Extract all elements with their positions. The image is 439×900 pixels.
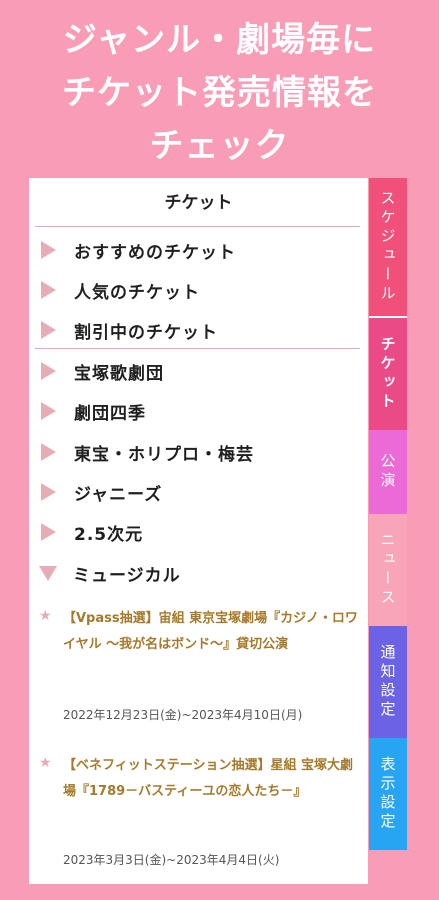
tab-schedule[interactable]: スケジュール (369, 178, 407, 316)
ticket-panel: チケット おすすめのチケット 人気のチケット 割引中のチケット 宝塚歌劇団 劇団… (29, 178, 368, 884)
triangle-right-icon (41, 281, 56, 299)
news-date: 2023年3月3日(金)~2023年4月4日(火) (63, 853, 280, 867)
triangle-right-icon (41, 443, 56, 461)
panel-title: チケット (164, 193, 233, 213)
tab-ticket[interactable]: チケット (369, 318, 407, 430)
tab-display-settings[interactable]: 表示設定 (369, 738, 407, 850)
menu-item-label: 2.5次元 (74, 524, 144, 545)
headline-line-2: チケット発売情報を (62, 73, 377, 113)
triangle-right-icon (41, 241, 56, 259)
triangle-right-icon (41, 362, 56, 380)
menu-item-shiki[interactable]: 劇団四季 (29, 391, 368, 431)
triangle-right-icon (41, 321, 56, 339)
tab-label: 公演 (378, 453, 397, 491)
menu-item-discount[interactable]: 割引中のチケット (29, 310, 368, 350)
triangle-down-icon (39, 565, 57, 581)
menu-item-label: 東宝・ホリプロ・梅芸 (74, 444, 254, 465)
menu-item-label: ミュージカル (73, 565, 181, 586)
tab-label: 表示設定 (378, 756, 397, 832)
menu-item-takarazuka[interactable]: 宝塚歌劇団 (29, 351, 368, 391)
menu-item-musical[interactable]: ミュージカル (29, 553, 368, 593)
star-icon: ★ (39, 755, 52, 771)
triangle-right-icon (41, 483, 56, 501)
tab-performances[interactable]: 公演 (369, 430, 407, 514)
tab-label: スケジュール (378, 190, 397, 304)
menu-item-label: 宝塚歌劇団 (74, 363, 164, 384)
promo-headline: ジャンル・劇場毎に チケット発売情報を チェック (0, 14, 439, 173)
triangle-right-icon (41, 523, 56, 541)
menu-item-label: おすすめのチケット (74, 242, 236, 263)
headline-line-3: チェック (149, 126, 290, 166)
tab-label: チケット (378, 336, 397, 412)
star-icon: ★ (39, 608, 52, 624)
menu-item-popular[interactable]: 人気のチケット (29, 270, 368, 310)
tab-label: ニュース (378, 532, 397, 608)
category-divider (35, 348, 360, 349)
headline-line-1: ジャンル・劇場毎に (62, 20, 377, 60)
triangle-right-icon (41, 402, 56, 420)
menu-item-label: 人気のチケット (74, 282, 200, 303)
menu-item-recommended[interactable]: おすすめのチケット (29, 230, 368, 270)
news-date: 2022年12月23日(金)~2023年4月10日(月) (63, 708, 303, 722)
tab-notification-settings[interactable]: 通知設定 (369, 626, 407, 738)
news-item[interactable]: ★ 【Vpass抽選】宙組 東京宝塚劇場『カジノ・ロワイヤル ～我が名はボンド～… (29, 606, 368, 726)
news-item[interactable]: ★ 【ベネフィットステーション抽選】星組 宝塚大劇場『1789－バスティーユの恋… (29, 753, 368, 873)
tab-label: 通知設定 (378, 644, 397, 720)
title-divider (35, 226, 360, 227)
menu-item-label: 割引中のチケット (74, 322, 218, 343)
tab-news[interactable]: ニュース (369, 514, 407, 626)
news-title[interactable]: 【Vpass抽選】宙組 東京宝塚劇場『カジノ・ロワイヤル ～我が名はボンド～』貸… (63, 606, 359, 658)
news-title[interactable]: 【ベネフィットステーション抽選】星組 宝塚大劇場『1789－バスティーユの恋人た… (63, 753, 359, 805)
menu-item-label: 劇団四季 (74, 403, 146, 424)
menu-item-johnnys[interactable]: ジャニーズ (29, 472, 368, 512)
menu-item-label: ジャニーズ (74, 484, 163, 505)
menu-item-toho[interactable]: 東宝・ホリプロ・梅芸 (29, 432, 368, 472)
menu-item-2-5-dimension[interactable]: 2.5次元 (29, 512, 368, 552)
